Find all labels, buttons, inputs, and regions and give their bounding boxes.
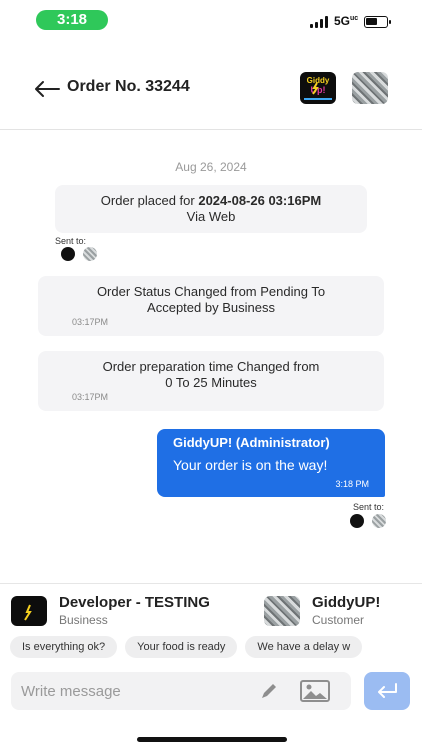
business-avatar-mini <box>350 514 364 528</box>
status-time: 3:18 <box>36 10 108 30</box>
customer-avatar[interactable] <box>352 72 388 104</box>
sent-to-label: Sent to: <box>55 236 87 246</box>
send-button[interactable] <box>364 672 410 710</box>
composer <box>11 672 351 710</box>
sent-to-label: Sent to: <box>353 502 385 512</box>
quick-replies: Is everything ok? Your food is ready We ha… <box>10 636 422 658</box>
quick-reply-chip[interactable]: Your food is ready <box>125 636 238 658</box>
business-logo <box>11 596 47 626</box>
party-customer[interactable]: GiddyUP! Customer <box>264 592 414 628</box>
pen-icon[interactable] <box>259 682 279 700</box>
business-avatar-mini <box>61 247 75 261</box>
signal-icon <box>310 16 330 28</box>
date-separator: Aug 26, 2024 <box>175 160 247 174</box>
send-icon <box>378 683 397 698</box>
prep-time-changed-message: Order preparation time Changed from 0 To… <box>38 351 384 411</box>
business-logo[interactable]: Giddy Up! <box>300 72 336 104</box>
message-time: 03:17PM <box>72 392 109 402</box>
network-label: 5Guc <box>334 14 359 28</box>
party-business[interactable]: Developer - TESTING Business <box>11 592 251 628</box>
party-role: Business <box>59 613 108 627</box>
customer-avatar-mini <box>372 514 386 528</box>
quick-reply-chip[interactable]: Is everything ok? <box>10 636 118 658</box>
customer-avatar-mini <box>83 247 97 261</box>
header: Order No. 33244 Giddy Up! <box>0 56 422 130</box>
outgoing-message: GiddyUP! (Administrator) Your order is o… <box>157 429 385 497</box>
page-title: Order No. 33244 <box>67 78 190 95</box>
divider <box>0 583 422 584</box>
status-changed-message: Order Status Changed from Pending To Acc… <box>38 276 384 336</box>
order-placed-message: Order placed for 2024-08-26 03:16PM Via … <box>55 185 367 233</box>
battery-icon <box>364 16 391 28</box>
sender-name: GiddyUP! (Administrator) <box>173 435 330 450</box>
quick-reply-chip[interactable]: We have a delay w <box>245 636 363 658</box>
party-name: Developer - TESTING <box>59 594 210 611</box>
image-icon[interactable] <box>300 680 330 702</box>
message-input[interactable] <box>21 672 251 710</box>
logo-line-1: Giddy <box>307 76 330 85</box>
message-time: 3:18 PM <box>335 479 369 489</box>
status-bar: 3:18 5Guc <box>0 0 422 42</box>
home-indicator <box>137 737 287 742</box>
message-time: 03:17PM <box>72 317 109 327</box>
party-role: Customer <box>312 613 365 627</box>
customer-avatar <box>264 596 300 626</box>
party-name: GiddyUP! <box>312 594 381 611</box>
back-arrow-icon[interactable] <box>33 80 61 98</box>
message-text: Your order is on the way! <box>173 457 328 473</box>
